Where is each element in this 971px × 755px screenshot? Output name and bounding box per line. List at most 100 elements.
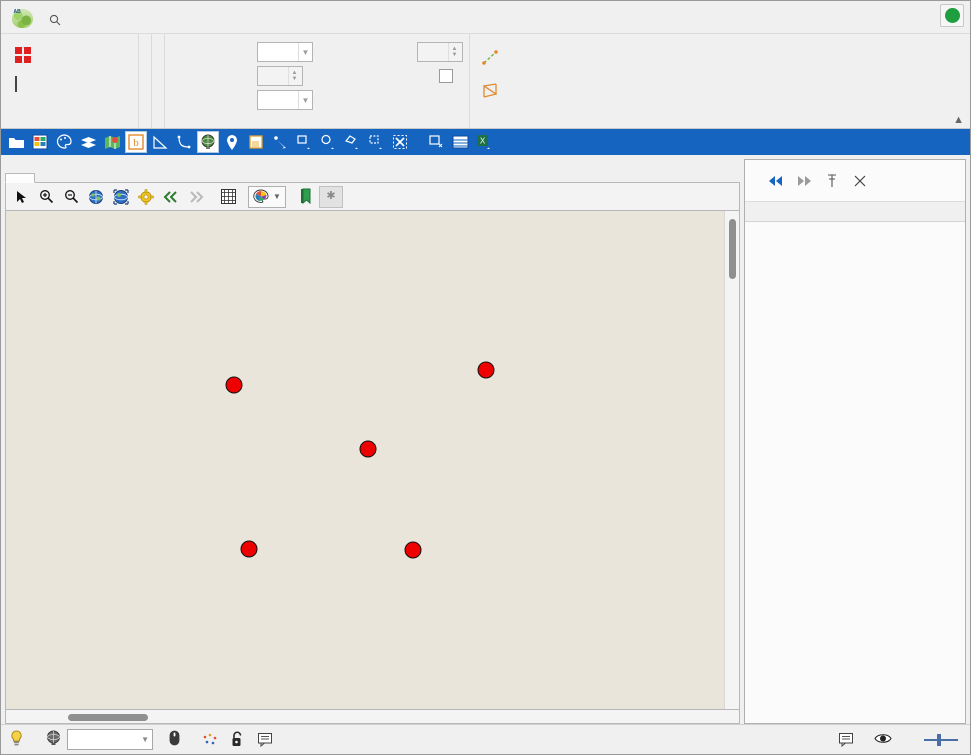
globe-extent-icon[interactable] — [109, 186, 133, 208]
chevron-down-icon: ▼ — [298, 91, 312, 109]
ribbon-group-dimensioning: ▲ — [470, 34, 970, 128]
measure-angle-icon[interactable] — [149, 131, 171, 153]
palette-icon[interactable] — [53, 131, 75, 153]
chevron-down-icon: ▼ — [141, 735, 149, 744]
zoom-slider[interactable] — [920, 733, 962, 746]
border-width-stepper[interactable]: ▲ ▼ — [417, 42, 463, 62]
note-icon[interactable] — [245, 131, 267, 153]
chevron-down-icon: ▼ — [298, 43, 312, 61]
app-globe-logo-icon[interactable] — [5, 4, 39, 32]
colour-picker[interactable]: ▼ — [257, 42, 313, 62]
settings-gear-icon[interactable] — [134, 186, 158, 208]
measure-curve-icon[interactable] — [173, 131, 195, 153]
scrollbar-thumb[interactable] — [729, 219, 736, 279]
expand-right-icon[interactable] — [795, 172, 813, 190]
star-icon[interactable]: ✱ — [319, 185, 343, 208]
grid-view-icon[interactable] — [216, 186, 240, 208]
border-colour-picker[interactable]: ▼ — [257, 90, 313, 110]
search-box[interactable] — [39, 9, 76, 33]
zoom-in-icon[interactable] — [34, 186, 58, 208]
map-point-marker[interactable] — [477, 361, 495, 379]
bing-icon[interactable]: b — [125, 131, 147, 153]
layers-column-header — [745, 202, 965, 222]
zoom-group — [914, 733, 962, 746]
layers-panel — [744, 159, 966, 724]
excavation-instructions-button[interactable] — [476, 79, 515, 102]
layers-stack-icon[interactable] — [77, 131, 99, 153]
map-point-marker[interactable] — [359, 440, 377, 458]
multidraw-button[interactable] — [9, 44, 48, 67]
table-report-icon[interactable] — [449, 131, 471, 153]
application-window: ▼ ▲▼ ▼ — [0, 0, 971, 755]
select-rect-icon[interactable] — [293, 131, 315, 153]
pin-icon[interactable] — [221, 131, 243, 153]
unlock-icon[interactable] — [230, 731, 245, 748]
globe-blue-icon[interactable] — [84, 186, 108, 208]
width-stepper[interactable]: ▲ ▼ — [257, 66, 303, 86]
group-title-drawing-styles — [171, 112, 463, 128]
view-tabstrip — [5, 159, 740, 183]
help-icon — [944, 8, 960, 23]
colour-swatch — [261, 45, 295, 59]
pointer-tool-icon[interactable] — [9, 186, 33, 208]
rewind-icon[interactable] — [159, 186, 183, 208]
selected-layer-grid-button[interactable] — [9, 75, 48, 98]
excel-export-icon[interactable]: X — [473, 131, 495, 153]
close-panel-icon[interactable] — [851, 172, 869, 190]
globe-icon[interactable] — [197, 131, 219, 153]
map-point-marker[interactable] — [225, 376, 243, 394]
apply-to-selected-row — [323, 88, 463, 112]
width-row: ▲ ▼ — [171, 64, 313, 88]
layers-panel-header — [745, 160, 965, 202]
ribbon-tab-bar — [1, 1, 970, 33]
data-table-icon[interactable] — [29, 131, 51, 153]
map-horizontal-scrollbar[interactable] — [5, 710, 740, 724]
scrollbar-thumb[interactable] — [68, 714, 148, 721]
select-point-icon[interactable] — [269, 131, 291, 153]
map-vertical-scrollbar[interactable] — [724, 211, 739, 709]
map-background — [6, 211, 724, 709]
map-point-marker[interactable] — [240, 540, 258, 558]
tab-main-view[interactable] — [5, 173, 35, 183]
select-crop-icon[interactable] — [365, 131, 387, 153]
open-folder-icon[interactable] — [5, 131, 27, 153]
zoom-track[interactable] — [924, 733, 958, 746]
ribbon-collapse-button[interactable]: ▲ — [953, 114, 964, 126]
length-dimension-button[interactable] — [476, 46, 515, 69]
group-title-draw-options — [9, 112, 132, 128]
lightbulb-icon — [9, 729, 24, 750]
group-title-dimensioning — [476, 112, 964, 128]
svg-text:X: X — [480, 137, 486, 146]
message-icon[interactable] — [257, 732, 273, 747]
projection-group[interactable]: ▼ — [46, 729, 153, 750]
multidraw-icon — [14, 46, 33, 65]
svg-text:b: b — [133, 137, 139, 149]
pin-panel-icon[interactable] — [823, 172, 841, 190]
colour-row: ▼ — [171, 40, 313, 64]
help-button[interactable] — [940, 4, 964, 27]
collapse-left-icon[interactable] — [767, 172, 785, 190]
view-pane: ▼ ✱ — [5, 159, 740, 724]
snap-points-icon[interactable] — [202, 733, 218, 747]
bookmark-icon[interactable] — [294, 186, 318, 208]
forward-icon[interactable] — [184, 186, 208, 208]
message-icon-2[interactable] — [838, 732, 854, 747]
colour-palette-icon[interactable]: ▼ — [248, 185, 286, 208]
map-point-marker[interactable] — [404, 541, 422, 559]
clear-selection-icon[interactable] — [389, 131, 411, 153]
map-viewport[interactable]: Y X Z — [5, 211, 740, 710]
select-poly-icon[interactable] — [341, 131, 363, 153]
map-icon[interactable] — [101, 131, 123, 153]
orientation-group — [874, 732, 898, 748]
zoom-thumb[interactable] — [937, 733, 941, 746]
map-canvas[interactable]: Y X Z — [6, 211, 724, 709]
eye-icon — [874, 732, 892, 748]
ribbon-group-2d — [139, 34, 152, 128]
border-colour-row: ▼ — [171, 88, 313, 112]
hint-group — [9, 729, 30, 750]
srid-combobox[interactable]: ▼ — [67, 729, 153, 750]
zoom-out-icon[interactable] — [59, 186, 83, 208]
copy-selection-icon[interactable] — [425, 131, 447, 153]
select-circle-icon[interactable] — [317, 131, 339, 153]
style-from-layer-checkbox[interactable] — [439, 69, 453, 83]
